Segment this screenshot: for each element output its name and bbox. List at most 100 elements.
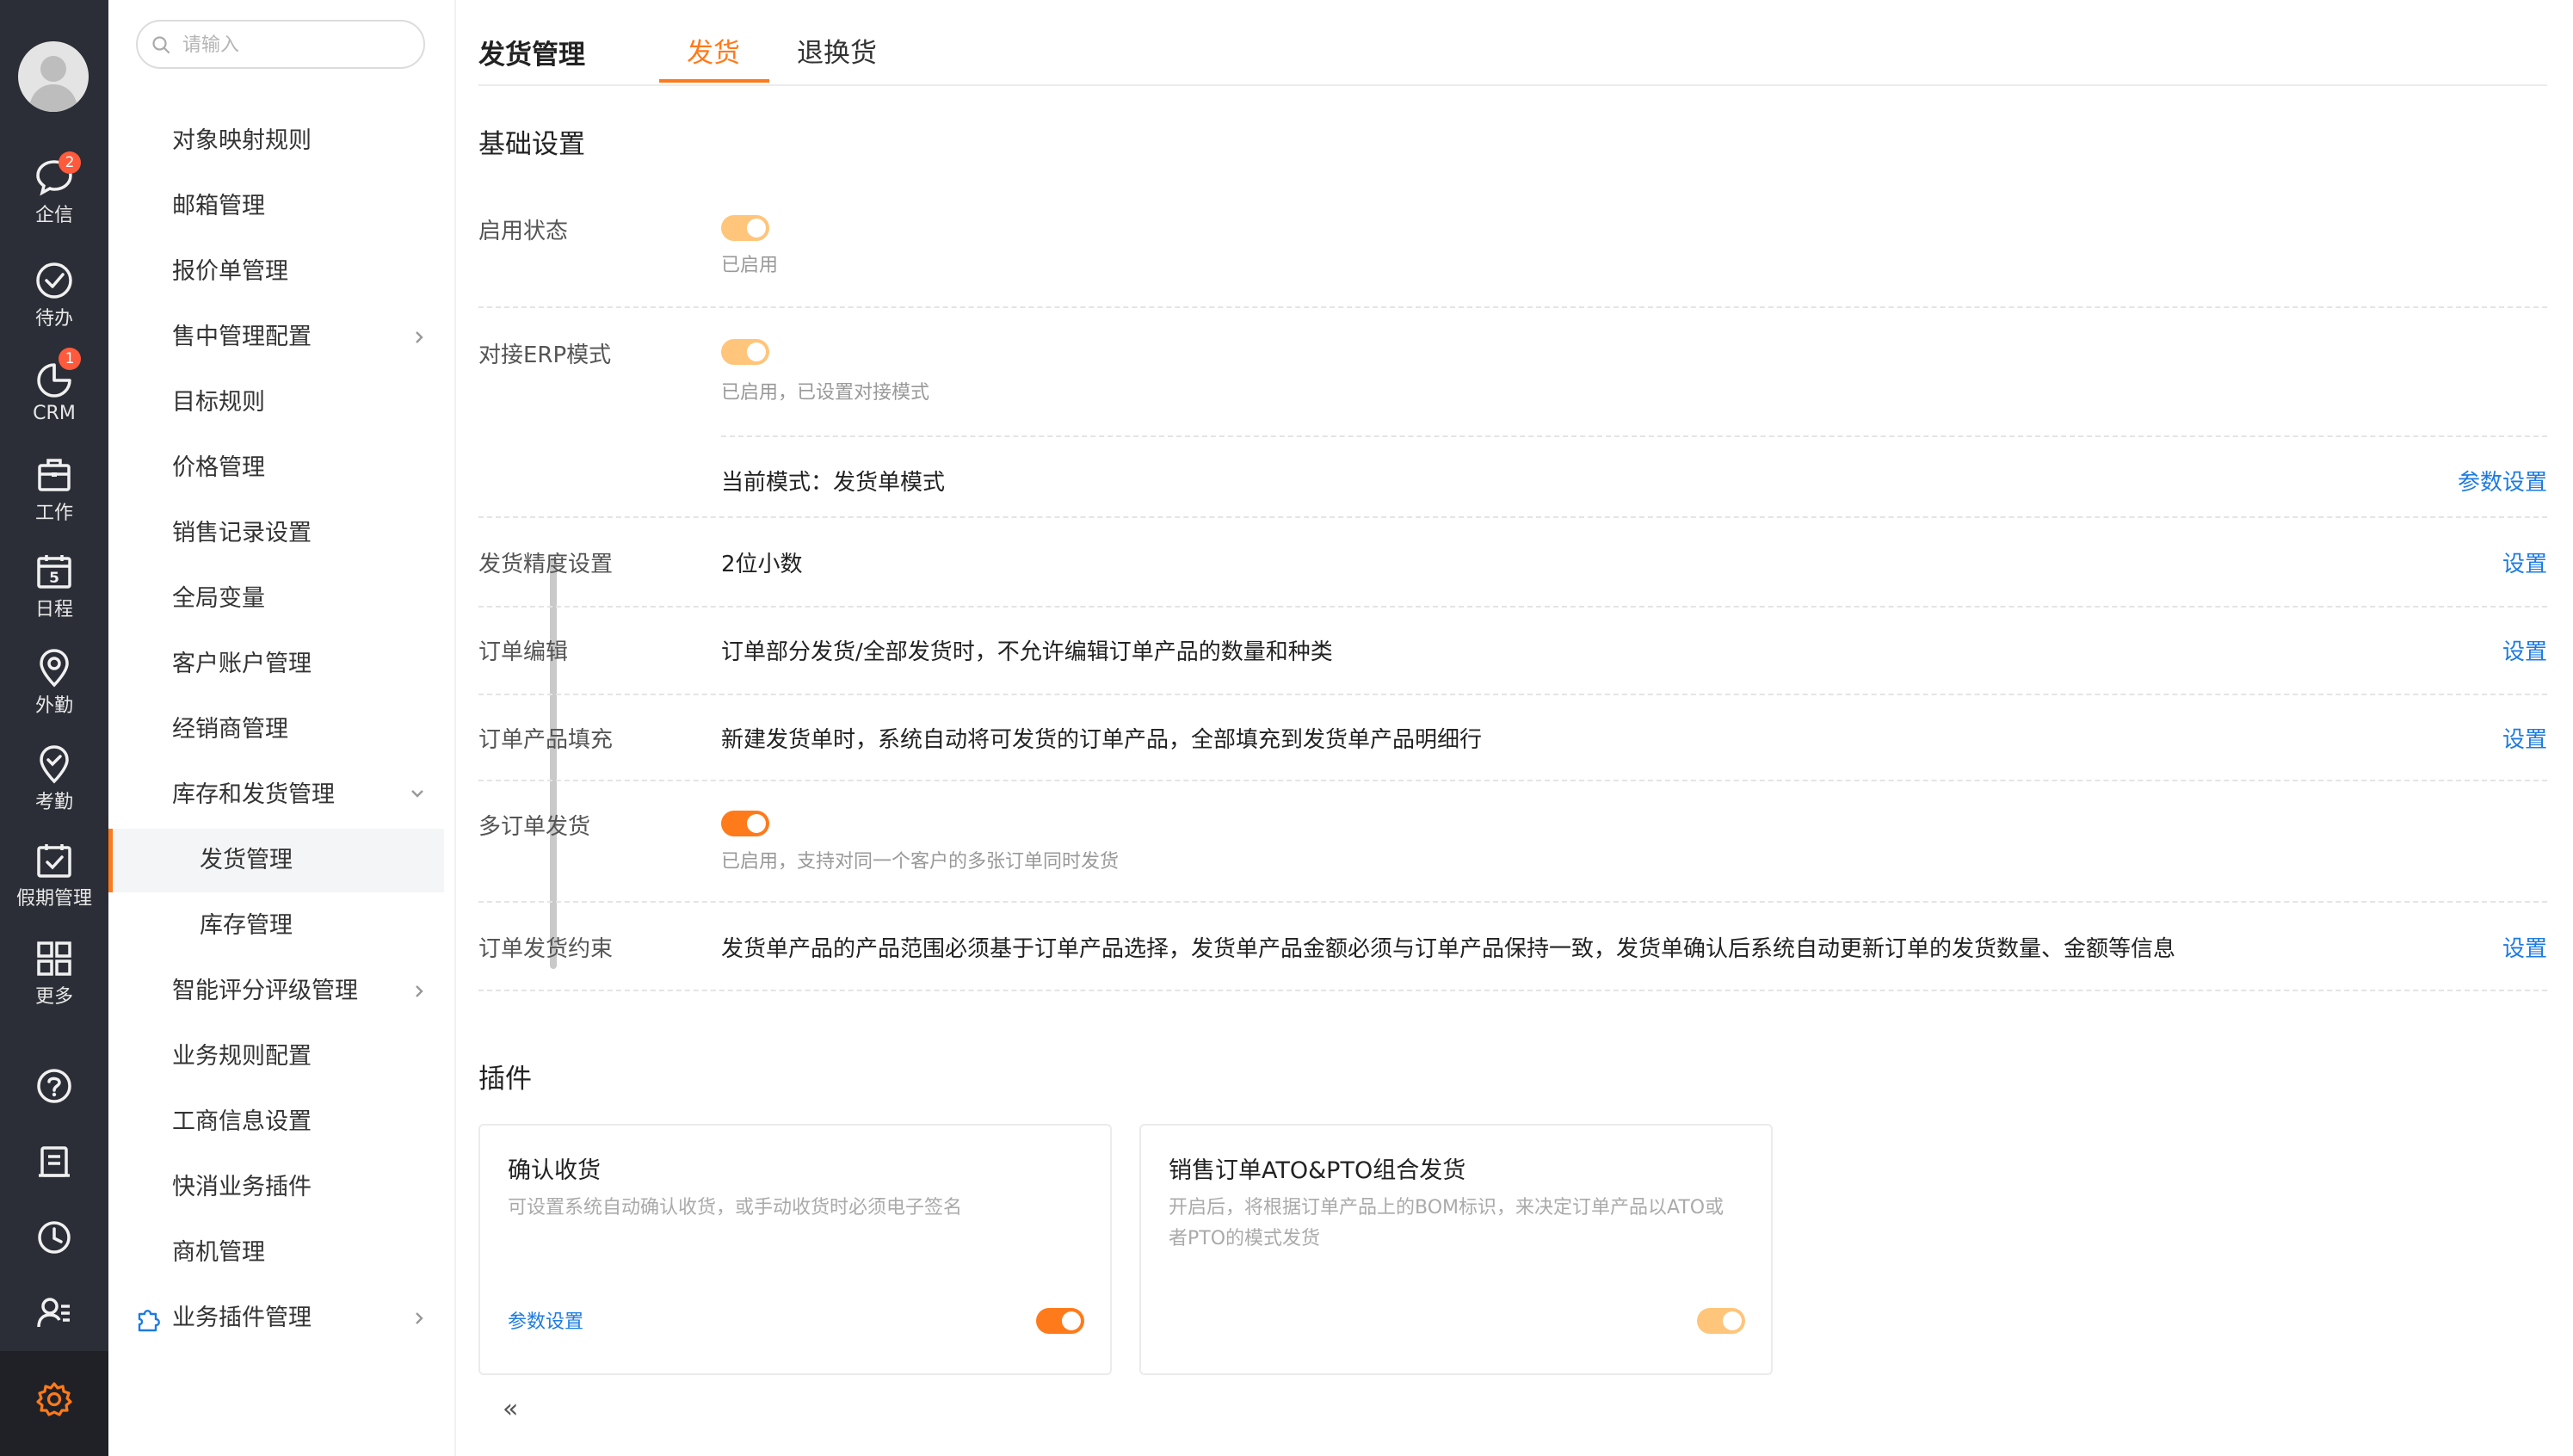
plugin-title: 确认收货 [508,1157,601,1184]
rail-item-work[interactable]: 工作 [0,454,108,551]
user-silhouette-icon [28,56,78,112]
rail-item-qixin[interactable]: 2 企信 [0,151,108,253]
order-fill-settings-link[interactable]: 设置 [2502,722,2547,754]
menu-item-customer-account[interactable]: 客户账户管理 [108,632,444,696]
user-list-icon [37,1298,70,1328]
menu-item-label: 商机管理 [172,1239,265,1266]
rail-item-label: 日程 [34,599,73,620]
plugin-description: 开启后，将根据订单产品上的BOM标识，来决定订单产品以ATO或者PTO的模式发货 [1169,1197,1725,1249]
setting-label-constraint: 订单发货约束 [478,936,614,962]
constraint-settings-link[interactable]: 设置 [2502,931,2547,963]
menu-search[interactable] [136,20,425,69]
enable-status-text: 已启用 [721,255,779,276]
menu-item-opportunity[interactable]: 商机管理 [108,1221,444,1285]
rail-item-label: 待办 [34,308,73,330]
menu-item-label: 经销商管理 [172,716,288,743]
toggle-knob [1062,1311,1081,1330]
menu-item-label: 库存和发货管理 [172,781,335,808]
menu-item-global-vars[interactable]: 全局变量 [108,567,444,631]
erp-params-link[interactable]: 参数设置 [2458,465,2547,497]
multi-order-status-text: 已启用，支持对同一个客户的多张订单同时发货 [721,851,1120,873]
menu-item-mailbox[interactable]: 邮箱管理 [108,175,444,238]
chevron-down-icon [411,790,423,798]
menu-item-fmcg-plugin[interactable]: 快消业务插件 [108,1156,444,1219]
briefcase-icon [38,459,71,491]
enable-toggle[interactable] [721,215,769,241]
plugin-params-link[interactable]: 参数设置 [508,1306,583,1334]
chevron-right-icon [416,985,423,997]
menu-item-business-rules[interactable]: 业务规则配置 [108,1025,444,1089]
precision-settings-link[interactable]: 设置 [2502,546,2547,578]
menu-item-dealer[interactable]: 经销商管理 [108,698,444,762]
erp-toggle[interactable] [721,339,769,365]
tab-returns[interactable]: 退换货 [797,31,877,70]
plugin-card-ato-pto: 销售订单ATO&PTO组合发货 开启后，将根据订单产品上的BOM标识，来决定订单… [1139,1124,1773,1375]
toggle-knob [747,342,766,361]
avatar[interactable] [18,41,89,112]
rail-item-schedule[interactable]: 5 日程 [0,551,108,647]
rail-item-daiban[interactable]: 待办 [0,260,108,356]
row-divider [478,694,2547,695]
page-title: 发货管理 [478,40,585,71]
menu-item-label: 业务插件管理 [172,1305,312,1331]
notebook-button[interactable] [0,1143,108,1203]
menu-item-label: 快消业务插件 [172,1174,312,1200]
menu-item-label: 全局变量 [172,585,265,612]
order-edit-settings-link[interactable]: 设置 [2502,634,2547,666]
menu-item-object-mapping[interactable]: 对象映射规则 [108,109,444,173]
multi-order-toggle[interactable] [721,811,769,836]
menu-item-label: 对象映射规则 [172,127,312,154]
history-button[interactable] [0,1218,108,1279]
help-button[interactable] [0,1067,108,1127]
settings-button[interactable] [0,1351,108,1456]
row-divider [478,901,2547,903]
menu-item-inventory-shipping[interactable]: 库存和发货管理 [108,763,444,827]
menu-item-smart-scoring[interactable]: 智能评分评级管理 [108,959,444,1023]
menu-item-quote[interactable]: 报价单管理 [108,240,444,304]
erp-status-text: 已启用，已设置对接模式 [721,382,930,404]
menu-item-label: 业务规则配置 [172,1043,312,1070]
gear-icon [36,1382,72,1416]
section-title-basic: 基础设置 [478,129,585,160]
menu-item-price[interactable]: 价格管理 [108,436,444,500]
plugin-toggle-ato-pto[interactable] [1697,1308,1745,1334]
setting-label-enable: 启用状态 [478,219,569,244]
row-divider [478,606,2547,608]
tab-shipping[interactable]: 发货 [687,31,740,70]
rail-item-more[interactable]: 更多 [0,938,108,1034]
setting-label-multi-order: 多订单发货 [478,814,591,840]
menu-item-label: 智能评分评级管理 [172,978,358,1004]
attendance-icon [40,745,69,784]
chevron-right-icon [416,331,423,343]
search-input[interactable] [182,30,415,59]
puzzle-icon [138,1310,160,1332]
menu-item-label: 价格管理 [172,454,265,481]
check-circle-icon [36,262,72,299]
help-icon [37,1069,71,1103]
plugin-card-confirm-receipt: 确认收货 可设置系统自动确认收货，或手动收货时必须电子签名 参数设置 [478,1124,1112,1375]
menu-item-plugin-management[interactable]: 业务插件管理 [108,1286,444,1350]
menu-item-shipping-management[interactable]: 发货管理 [108,829,444,892]
menu-item-sales-record[interactable]: 销售记录设置 [108,502,444,565]
menu-item-label: 工商信息设置 [172,1108,312,1135]
contacts-button[interactable] [0,1294,108,1354]
setting-label-precision: 发货精度设置 [478,552,614,577]
menu-item-label: 销售记录设置 [172,520,312,546]
rail-item-attendance[interactable]: 考勤 [0,743,108,840]
row-divider [478,990,2547,991]
plugin-toggle-confirm-receipt[interactable] [1036,1308,1084,1334]
rail-item-field[interactable]: 外勤 [0,647,108,743]
main-content: 发货管理 发货 退换货 基础设置 启用状态 已启用 对接ERP模式 已启用，已设… [478,0,2547,1456]
menu-item-target-rules[interactable]: 目标规则 [108,371,444,435]
menu-item-business-info[interactable]: 工商信息设置 [108,1090,444,1154]
toggle-knob [747,814,766,833]
search-icon [152,36,170,54]
row-divider [478,780,2547,781]
menu-item-inventory-management[interactable]: 库存管理 [108,894,444,958]
chevron-right-icon [416,1312,423,1324]
rail-item-leave[interactable]: 假期管理 [0,840,108,936]
row-divider [721,435,2547,437]
rail-item-crm[interactable]: 1 CRM [0,348,108,456]
settings-menu: 对象映射规则 邮箱管理 报价单管理 售中管理配置 目标规则 价格管理 销售记录设… [108,0,557,1456]
menu-item-in-sale-config[interactable]: 售中管理配置 [108,305,444,369]
